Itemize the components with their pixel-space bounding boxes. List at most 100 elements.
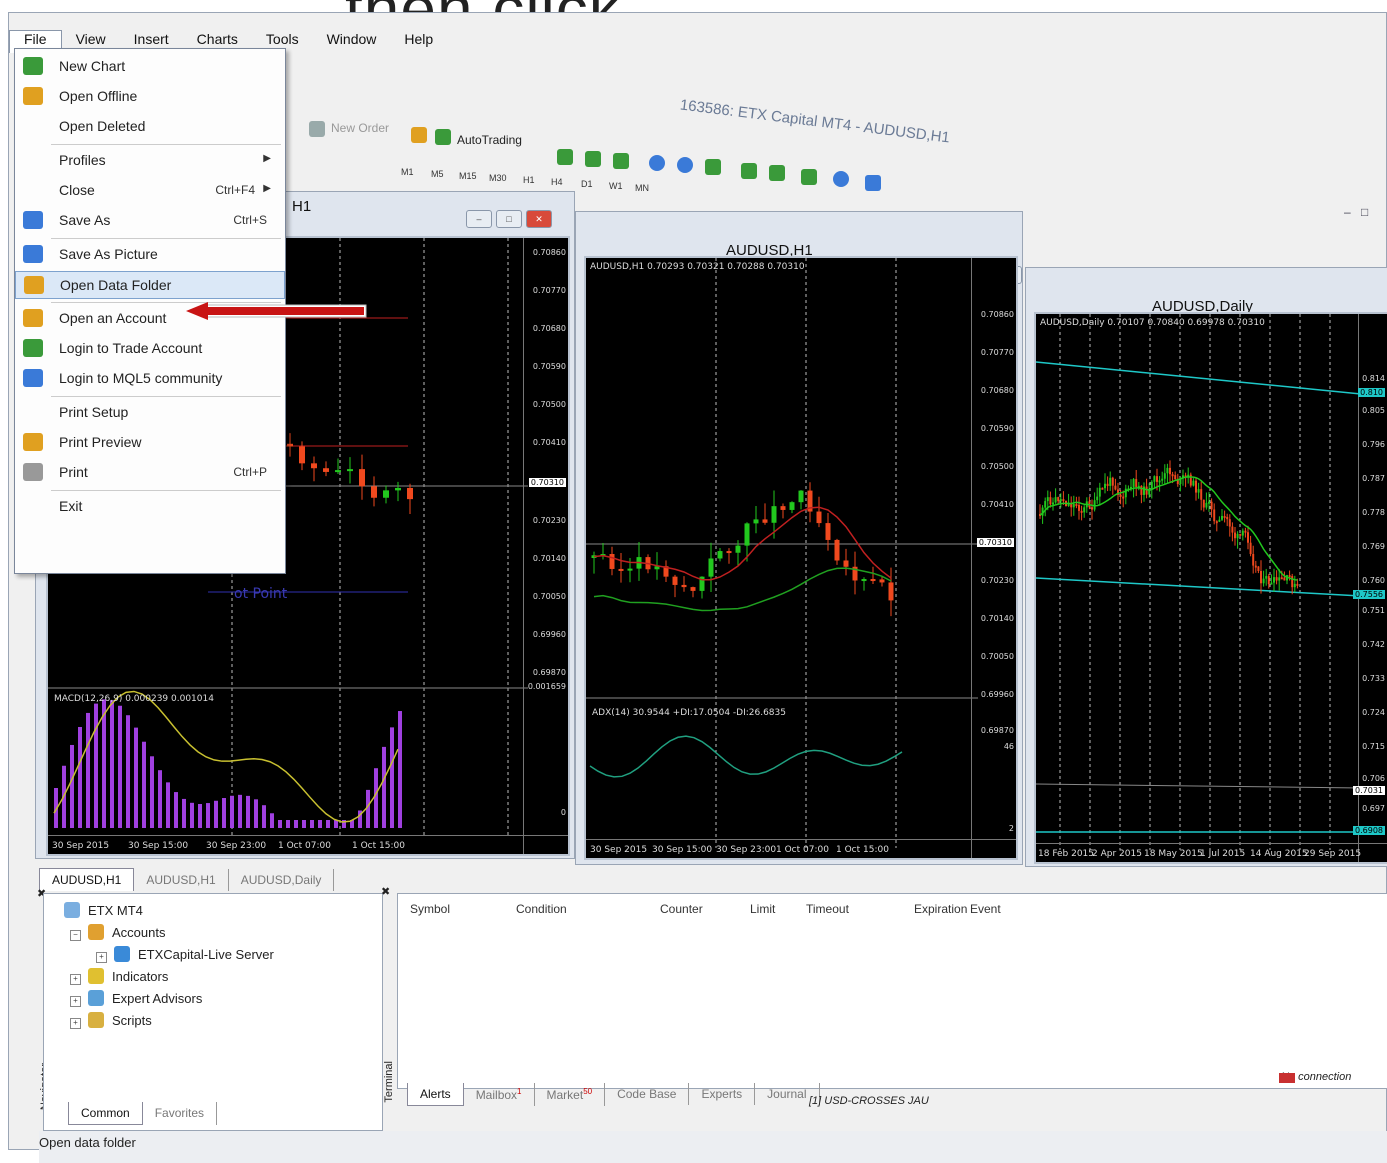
menu-item-open-offline[interactable]: Open Offline xyxy=(15,83,285,111)
chart-shift-icon[interactable] xyxy=(769,165,785,181)
nav-accounts[interactable]: Accounts xyxy=(112,925,165,940)
chart-window-right[interactable]: AUDUSD,Daily – □ AUDUSD,Daily 0.70107 0.… xyxy=(1025,267,1387,867)
tab-mailbox[interactable]: Mailbox1 xyxy=(464,1083,535,1106)
autotrading-icon[interactable] xyxy=(435,129,451,145)
candle xyxy=(1104,483,1106,489)
nav-tab-favorites[interactable]: Favorites xyxy=(143,1102,218,1125)
menu-item-login-to-trade-account[interactable]: Login to Trade Account xyxy=(15,335,285,363)
tf-m15[interactable]: M15 xyxy=(459,171,477,181)
adx-label: ADX(14) 30.9544 +DI:17.0504 -DI:26.6835 xyxy=(592,708,786,718)
nav-server[interactable]: ETXCapital-Live Server xyxy=(138,947,274,962)
candle xyxy=(1231,526,1234,533)
time-label: 18 May 2015 xyxy=(1144,849,1203,859)
nav-tab-common[interactable]: Common xyxy=(68,1102,143,1125)
col-counter[interactable]: Counter xyxy=(660,902,703,916)
minimize-icon[interactable]: – xyxy=(1344,205,1351,219)
new-order-button[interactable]: New Order xyxy=(331,121,389,135)
nav-root[interactable]: ETX MT4 xyxy=(88,903,143,918)
templates-icon[interactable] xyxy=(865,175,881,191)
macd-bar xyxy=(150,756,154,828)
nav-expert-advisors[interactable]: Expert Advisors xyxy=(112,991,202,1006)
chart-canvas-right[interactable]: AUDUSD,Daily 0.70107 0.70840 0.69978 0.7… xyxy=(1034,312,1387,864)
chart-close-icon[interactable]: ✕ xyxy=(526,210,552,228)
price-label: 0.760 xyxy=(1362,576,1385,585)
auto-scroll-icon[interactable] xyxy=(741,163,757,179)
candle xyxy=(1202,499,1205,508)
price-label: 0.70770 xyxy=(980,348,1014,357)
chart-tab[interactable]: AUDUSD,H1 xyxy=(39,868,135,891)
expand-icon[interactable]: + xyxy=(70,974,81,985)
tab-experts[interactable]: Experts xyxy=(689,1083,756,1105)
expand-icon[interactable]: + xyxy=(70,996,81,1007)
col-event[interactable]: Event xyxy=(970,902,1001,916)
metaeditor-icon[interactable] xyxy=(411,127,427,143)
menu-item-open-deleted[interactable]: Open Deleted xyxy=(15,113,285,141)
indicators-icon[interactable] xyxy=(801,169,817,185)
nav-scripts[interactable]: Scripts xyxy=(112,1013,152,1028)
candle xyxy=(1062,499,1065,502)
candle xyxy=(1163,473,1166,479)
menu-item-login-to-mql5-community[interactable]: Login to MQL5 community xyxy=(15,365,285,393)
chart-canvas-middle[interactable]: AUDUSD,H1 0.70293 0.70321 0.70288 0.7031… xyxy=(584,256,1018,860)
col-limit[interactable]: Limit xyxy=(750,902,775,916)
menu-item-save-as[interactable]: Save As Ctrl+S xyxy=(15,207,285,235)
menu-window[interactable]: Window xyxy=(313,31,391,53)
macd-bar xyxy=(126,715,130,828)
candle xyxy=(1096,496,1099,501)
macd-bar xyxy=(310,820,314,828)
time-label: 1 Oct 07:00 xyxy=(776,845,829,855)
candle xyxy=(1122,496,1125,499)
candle xyxy=(1158,480,1161,483)
menu-item-print-setup[interactable]: Print Setup xyxy=(15,399,285,427)
periods-icon[interactable] xyxy=(833,171,849,187)
maximize-icon[interactable]: □ xyxy=(1361,205,1368,219)
menu-item-close[interactable]: Close Ctrl+F4 ▶ xyxy=(15,177,285,205)
zoom-out-icon[interactable] xyxy=(677,157,693,173)
tf-mn[interactable]: MN xyxy=(635,183,649,193)
tf-d1[interactable]: D1 xyxy=(581,179,593,189)
tab-alerts[interactable]: Alerts xyxy=(407,1083,464,1106)
candle xyxy=(609,554,615,569)
menu-item-new-chart[interactable]: New Chart xyxy=(15,53,285,81)
tab-code-base[interactable]: Code Base xyxy=(605,1083,690,1105)
tab-market[interactable]: Market50 xyxy=(535,1083,606,1106)
chart-tab[interactable]: AUDUSD,H1 xyxy=(134,869,229,891)
col-expiration[interactable]: Expiration xyxy=(914,902,967,916)
collapse-icon[interactable]: − xyxy=(70,930,81,941)
candle-chart-icon[interactable] xyxy=(585,151,601,167)
zoom-in-icon[interactable] xyxy=(649,155,665,171)
tile-windows-icon[interactable] xyxy=(705,159,721,175)
tf-m5[interactable]: M5 xyxy=(431,169,444,179)
col-symbol[interactable]: Symbol xyxy=(410,902,450,916)
tf-m1[interactable]: M1 xyxy=(401,167,414,177)
expand-icon[interactable]: + xyxy=(70,1018,81,1029)
candle xyxy=(1208,501,1210,504)
expand-icon[interactable]: + xyxy=(96,952,107,963)
candle xyxy=(1205,502,1208,508)
line-chart-icon[interactable] xyxy=(613,153,629,169)
menu-item-label: Exit xyxy=(59,498,83,514)
tf-w1[interactable]: W1 xyxy=(609,181,623,191)
menu-item-exit[interactable]: Exit xyxy=(15,493,285,521)
tf-h4[interactable]: H4 xyxy=(551,177,563,187)
chart-window-middle[interactable]: AUDUSD,H1 – □ ✕ AUDUSD,H1 0.70293 0.7032… xyxy=(575,211,1023,865)
chart-restore-icon[interactable]: □ xyxy=(496,210,522,228)
tf-m30[interactable]: M30 xyxy=(489,173,507,183)
menu-item-print-preview[interactable]: Print Preview xyxy=(15,429,285,457)
menu-item-open-data-folder[interactable]: Open Data Folder xyxy=(15,271,285,299)
nav-indicators[interactable]: Indicators xyxy=(112,969,168,984)
chart-tab[interactable]: AUDUSD,Daily xyxy=(229,869,335,891)
terminal-close-icon[interactable]: ✖ xyxy=(381,885,390,898)
menu-help[interactable]: Help xyxy=(390,31,447,53)
new-order-icon[interactable] xyxy=(309,121,325,137)
bar-chart-icon[interactable] xyxy=(557,149,573,165)
menu-item-save-as-picture[interactable]: Save As Picture xyxy=(15,241,285,269)
menu-item-profiles[interactable]: Profiles ▶ xyxy=(15,147,285,175)
price-label: 0.787 xyxy=(1362,474,1385,483)
menu-item-print[interactable]: Print Ctrl+P xyxy=(15,459,285,487)
col-timeout[interactable]: Timeout xyxy=(806,902,849,916)
tf-h1[interactable]: H1 xyxy=(523,175,535,185)
chart-minimize-icon[interactable]: – xyxy=(466,210,492,228)
autotrading-button[interactable]: AutoTrading xyxy=(457,133,522,147)
col-condition[interactable]: Condition xyxy=(516,902,567,916)
